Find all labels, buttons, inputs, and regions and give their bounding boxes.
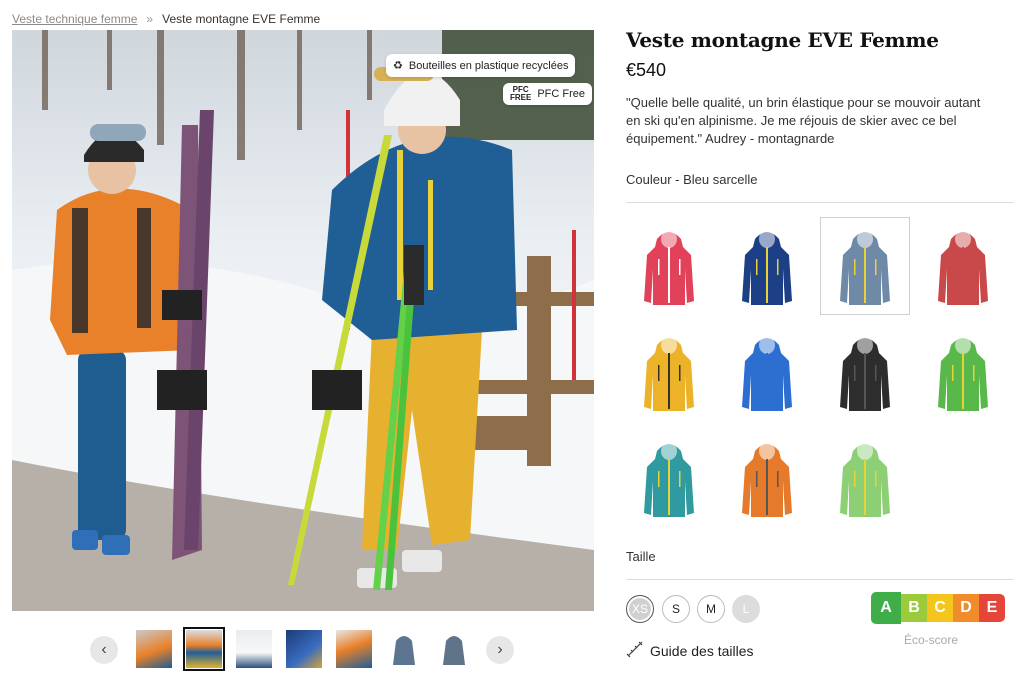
eco-score-d: D bbox=[953, 594, 979, 622]
color-swatch[interactable] bbox=[624, 323, 714, 421]
hero-photo-illustration bbox=[12, 30, 594, 611]
size-guide-link[interactable]: Guide des tailles bbox=[626, 640, 754, 661]
color-swatch[interactable] bbox=[624, 429, 714, 527]
gallery-thumbnails: ‹ › bbox=[90, 627, 520, 671]
gallery-thumbnail[interactable] bbox=[136, 630, 172, 668]
jacket-icon bbox=[742, 230, 792, 305]
product-title: Veste montagne EVE Femme bbox=[626, 28, 939, 52]
pfc-free-badge: PFC FREE PFC Free bbox=[503, 83, 593, 105]
size-option-s[interactable]: S bbox=[662, 595, 690, 623]
jacket-icon bbox=[742, 442, 792, 517]
jacket-icon bbox=[840, 442, 890, 517]
chevron-left-icon: ‹ bbox=[101, 641, 107, 658]
size-option-m[interactable]: M bbox=[697, 595, 725, 623]
gallery-prev-button[interactable]: ‹ bbox=[90, 636, 118, 664]
size-guide-label: Guide des tailles bbox=[650, 642, 754, 659]
eco-score-e: E bbox=[979, 594, 1005, 622]
divider bbox=[626, 579, 1014, 580]
chevron-right-icon: › bbox=[497, 641, 503, 658]
color-swatch[interactable] bbox=[722, 217, 812, 315]
breadcrumb-separator: » bbox=[146, 12, 154, 26]
breadcrumb-link-parent[interactable]: Veste technique femme bbox=[12, 12, 137, 26]
color-label: Couleur - Bleu sarcelle bbox=[626, 172, 758, 187]
jacket-icon bbox=[644, 230, 694, 305]
recycled-bottles-badge: ♻ Bouteilles en plastique recyclées bbox=[386, 54, 576, 77]
size-option-xs[interactable]: XS bbox=[626, 595, 654, 623]
color-swatch[interactable] bbox=[918, 323, 1008, 421]
color-swatch[interactable] bbox=[820, 217, 910, 315]
eco-score-label: Éco-score bbox=[904, 633, 959, 647]
color-swatch[interactable] bbox=[820, 429, 910, 527]
jacket-icon bbox=[840, 230, 890, 305]
color-swatch[interactable] bbox=[820, 323, 910, 421]
color-swatch[interactable] bbox=[918, 217, 1008, 315]
eco-score-b: B bbox=[901, 594, 927, 622]
eco-score-scale: A B C D E bbox=[871, 592, 1005, 624]
breadcrumb: Veste technique femme » Veste montagne EVE… bbox=[12, 12, 320, 26]
size-option-l[interactable]: L bbox=[732, 595, 760, 623]
gallery-thumbnail[interactable] bbox=[436, 630, 472, 668]
gallery-thumbnail[interactable] bbox=[236, 630, 272, 668]
jacket-icon bbox=[938, 230, 988, 305]
color-swatch-grid bbox=[626, 217, 1014, 527]
recycled-bottles-badge-text: Bouteilles en plastique recyclées bbox=[408, 59, 569, 72]
ruler-icon bbox=[626, 640, 644, 661]
product-hero-image[interactable]: ♻ Bouteilles en plastique recyclées PFC F… bbox=[12, 30, 594, 611]
pfc-free-badge-text: PFC Free bbox=[537, 88, 586, 100]
pfc-free-icon: PFC FREE bbox=[510, 85, 532, 102]
product-price: €540 bbox=[626, 60, 667, 80]
gallery-thumbnail[interactable] bbox=[386, 630, 422, 668]
customer-quote: "Quelle belle qualité, un brin élastique… bbox=[626, 95, 981, 146]
divider bbox=[626, 202, 1014, 203]
gallery-thumbnail[interactable] bbox=[286, 630, 322, 668]
color-swatch[interactable] bbox=[722, 429, 812, 527]
gallery-thumbnail[interactable] bbox=[183, 627, 225, 671]
breadcrumb-current: Veste montagne EVE Femme bbox=[162, 12, 321, 26]
jacket-icon bbox=[644, 442, 694, 517]
jacket-icon bbox=[644, 336, 694, 411]
gallery-next-button[interactable]: › bbox=[486, 636, 514, 664]
gallery-thumbnail[interactable] bbox=[336, 630, 372, 668]
color-swatch[interactable] bbox=[722, 323, 812, 421]
eco-score-c: C bbox=[927, 594, 953, 622]
jacket-icon bbox=[938, 336, 988, 411]
bottle-icon: ♻ bbox=[393, 60, 403, 72]
jacket-icon bbox=[742, 336, 792, 411]
eco-score-a: A bbox=[871, 592, 901, 624]
color-swatch[interactable] bbox=[624, 217, 714, 315]
jacket-icon bbox=[840, 336, 890, 411]
size-label: Taille bbox=[626, 549, 656, 564]
